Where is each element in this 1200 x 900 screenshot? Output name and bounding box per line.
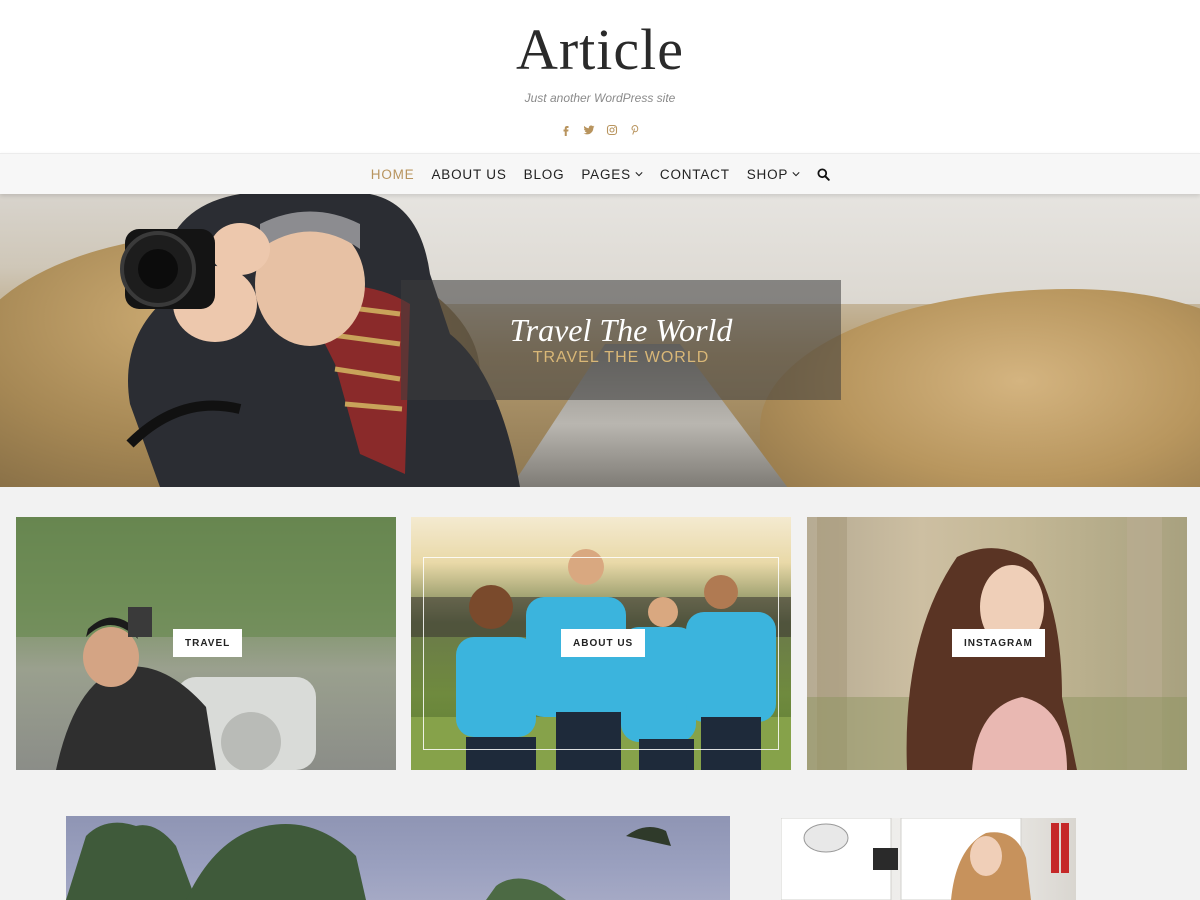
promo-label: ABOUT US [561,629,646,657]
post-thumbnail-image [66,822,671,900]
sidebar-thumbnail-image [781,818,1069,900]
nav-item-contact[interactable]: CONTACT [651,167,738,182]
pinterest-icon[interactable] [628,123,641,137]
site-title[interactable]: Article [0,18,1200,82]
twitter-icon[interactable] [582,123,595,137]
sidebar-thumbnail[interactable] [781,818,1076,900]
nav-item-home[interactable]: HOME [362,167,423,182]
nav-item-label: CONTACT [659,166,730,182]
nav-item-label: BLOG [523,166,565,182]
main-navigation: HOME ABOUT US BLOG PAGES CONTACT SHOP [0,153,1200,194]
hero-slider[interactable]: Travel The World TRAVEL THE WORLD [0,194,1200,487]
nav-item-about-us[interactable]: ABOUT US [423,167,515,182]
chevron-down-icon [635,172,643,177]
search-button[interactable] [809,167,838,181]
hero-subtitle: TRAVEL THE WORLD [532,349,710,366]
promo-card-about-us[interactable]: ABOUT US [411,517,791,770]
nav-item-label: SHOP [746,166,789,182]
nav-item-shop[interactable]: SHOP [738,167,808,182]
nav-item-label: HOME [370,166,415,182]
site-header: Article Just another WordPress site [0,0,1200,153]
promo-label: INSTAGRAM [952,629,1045,657]
search-icon [817,167,830,181]
site-tagline: Just another WordPress site [524,91,676,105]
nav-item-blog[interactable]: BLOG [515,167,573,182]
facebook-icon[interactable] [559,123,572,137]
instagram-icon[interactable] [605,123,618,137]
chevron-down-icon [792,172,800,177]
promo-card-instagram[interactable]: INSTAGRAM [807,517,1187,770]
social-links [0,123,1200,137]
nav-item-label: PAGES [581,166,631,182]
hero-caption: Travel The World TRAVEL THE WORLD [401,280,841,400]
post-thumbnail[interactable] [66,816,730,900]
promo-label: TRAVEL [173,629,243,657]
promo-card-travel[interactable]: TRAVEL [16,517,396,770]
nav-item-pages[interactable]: PAGES [573,167,652,182]
nav-item-label: ABOUT US [431,166,507,182]
hero-title[interactable]: Travel The World [401,312,841,349]
